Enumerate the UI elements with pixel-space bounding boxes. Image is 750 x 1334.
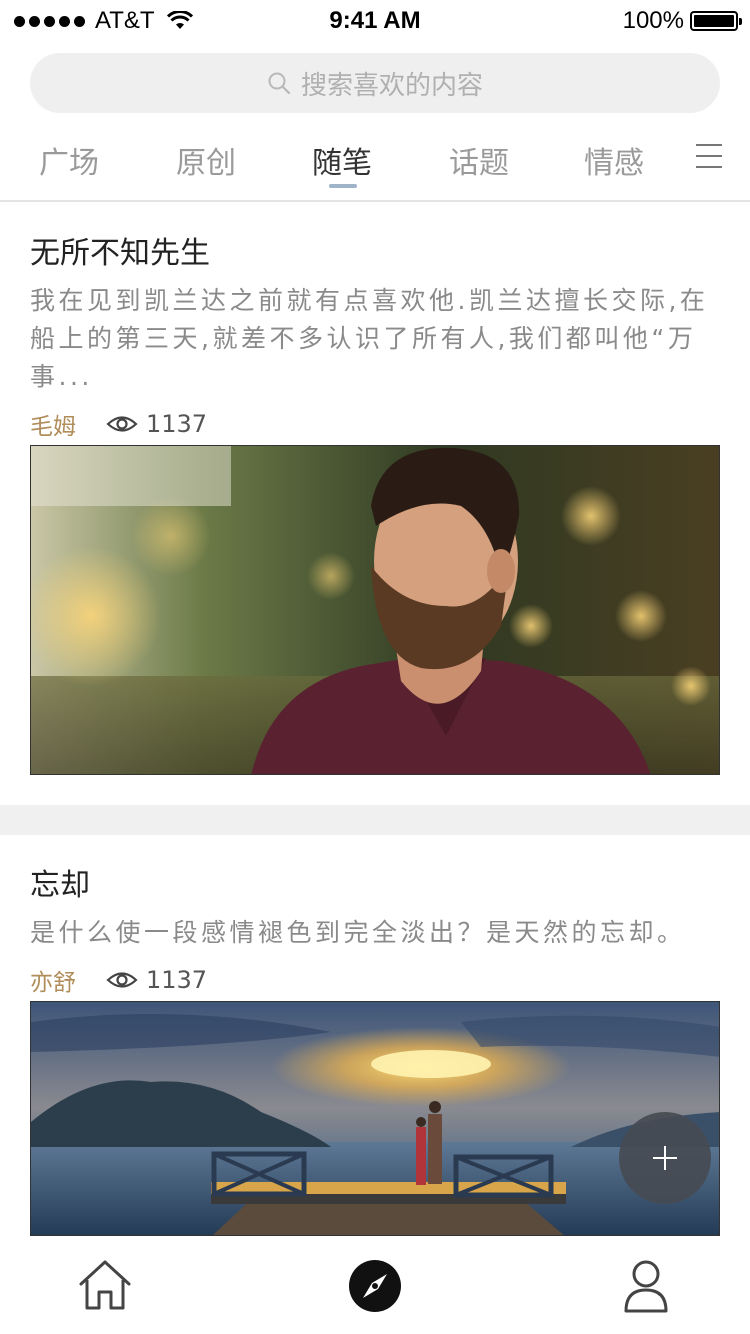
eye-icon xyxy=(106,972,138,988)
nav-profile[interactable] xyxy=(618,1258,674,1314)
article-card[interactable]: 无所不知先生 我在见到凯兰达之前就有点喜欢他.凯兰达擅长交际,在船上的第三天,就… xyxy=(30,228,720,775)
article-card[interactable]: 忘却 是什么使一段感情褪色到完全淡出？是天然的忘却。 亦舒 1137 xyxy=(30,860,720,1236)
search-input[interactable]: 搜索喜欢的内容 xyxy=(30,53,720,113)
compass-icon xyxy=(349,1260,401,1312)
portrait-photo xyxy=(31,446,719,774)
view-count: 1137 xyxy=(106,410,207,438)
battery-icon xyxy=(690,11,742,31)
article-image-lake[interactable] xyxy=(30,1001,720,1236)
nav-discover[interactable] xyxy=(347,1258,403,1314)
home-icon xyxy=(79,1260,131,1310)
tab-label: 原创 xyxy=(176,146,236,181)
tab-square[interactable]: 广场 xyxy=(9,138,129,182)
author-name[interactable]: 亦舒 xyxy=(30,963,76,997)
menu-icon[interactable] xyxy=(696,144,722,170)
view-count: 1137 xyxy=(106,966,207,994)
eye-icon xyxy=(106,416,138,432)
tab-label: 随笔 xyxy=(312,146,372,181)
active-tab-indicator xyxy=(329,184,357,188)
article-image-portrait[interactable] xyxy=(30,445,720,775)
search-icon xyxy=(268,72,291,95)
bottom-navigation xyxy=(0,1236,750,1334)
tab-emotion[interactable]: 情感 xyxy=(554,138,674,182)
tab-essay[interactable]: 随笔 xyxy=(282,138,402,188)
nav-home[interactable] xyxy=(77,1258,133,1314)
article-meta: 亦舒 1137 xyxy=(30,962,720,998)
author-name[interactable]: 毛姆 xyxy=(30,407,76,441)
article-meta: 毛姆 1137 xyxy=(30,406,720,442)
battery-percent: 100% xyxy=(622,7,684,34)
article-title[interactable]: 忘却 xyxy=(30,860,720,904)
view-count-value: 1137 xyxy=(146,966,208,994)
plus-icon xyxy=(653,1146,677,1170)
search-placeholder: 搜索喜欢的内容 xyxy=(300,70,483,101)
status-right: 100% xyxy=(622,7,742,35)
tab-label: 广场 xyxy=(39,146,99,181)
article-title[interactable]: 无所不知先生 xyxy=(30,228,720,272)
tab-label: 话题 xyxy=(449,146,509,181)
add-button[interactable] xyxy=(619,1112,711,1204)
tab-topic[interactable]: 话题 xyxy=(419,138,539,182)
user-icon xyxy=(624,1260,668,1313)
category-tabs: 广场 原创 随笔 话题 情感 xyxy=(0,130,750,202)
lake-photo xyxy=(31,1002,719,1235)
view-count-value: 1137 xyxy=(146,410,208,438)
status-bar: AT&T 9:41 AM 100% xyxy=(0,0,750,40)
section-divider xyxy=(0,805,750,835)
article-excerpt: 是什么使一段感情褪色到完全淡出？是天然的忘却。 xyxy=(30,918,686,947)
article-excerpt: 我在见到凯兰达之前就有点喜欢他.凯兰达擅长交际,在船上的第三天,就差不多认识了所… xyxy=(30,286,709,391)
tab-original[interactable]: 原创 xyxy=(146,138,266,182)
tab-label: 情感 xyxy=(584,146,644,181)
